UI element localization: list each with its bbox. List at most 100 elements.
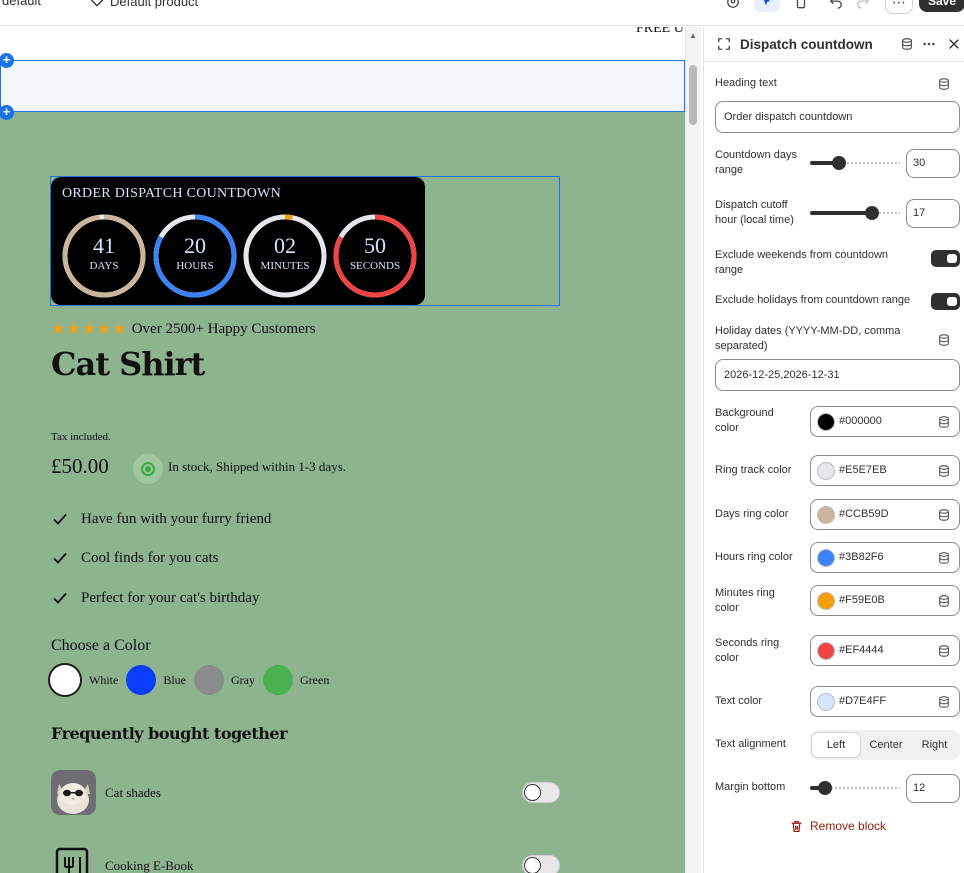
swatch-green[interactable] xyxy=(263,665,293,695)
cat-shades-thumbnail xyxy=(51,770,96,815)
inspector-cursor-icon[interactable] xyxy=(754,0,780,12)
color-swatches: White Blue Gray Green xyxy=(48,663,337,697)
fbt-item: Cooking E-Book xyxy=(51,843,193,873)
dynamic-source-icon[interactable] xyxy=(937,333,951,347)
remove-block-label: Remove block xyxy=(810,819,887,833)
color-chip[interactable] xyxy=(817,462,835,480)
redo-icon[interactable] xyxy=(852,0,874,10)
dynamic-source-icon[interactable] xyxy=(899,36,915,52)
dynamic-source-icon[interactable] xyxy=(937,695,951,709)
cutoff-hour-label: Dispatch cutoff hour (local time) xyxy=(715,199,794,226)
mobile-preview-icon[interactable] xyxy=(790,0,812,10)
text-color-label: Text color xyxy=(715,695,763,707)
tag-icon xyxy=(90,0,104,10)
color-chip[interactable] xyxy=(817,549,835,567)
exclude-holidays-toggle[interactable] xyxy=(931,293,960,310)
product-rating: ★★★★★ Over 2500+ Happy Customers xyxy=(51,319,316,339)
days-range-input[interactable]: 30 xyxy=(906,149,960,178)
swatch-gray[interactable] xyxy=(194,665,224,695)
feature-text: Perfect for your cat's birthday xyxy=(81,589,260,606)
slider-knob[interactable] xyxy=(865,206,879,220)
align-right-button[interactable]: Right xyxy=(911,733,958,757)
margin-bottom-input[interactable]: 12 xyxy=(906,774,960,803)
cutoff-hour-slider[interactable] xyxy=(810,205,900,221)
days-ring-color-field[interactable]: #CCB59D xyxy=(810,499,960,530)
color-chip[interactable] xyxy=(817,642,835,660)
undo-icon[interactable] xyxy=(825,0,847,10)
save-button[interactable]: Save xyxy=(919,0,964,12)
minutes-ring-color-field[interactable]: #F59E0B xyxy=(810,585,960,616)
margin-bottom-label: Margin bottom xyxy=(715,781,786,793)
cutoff-hour-input[interactable]: 17 xyxy=(906,199,960,228)
template-selector[interactable]: Default product xyxy=(90,0,198,10)
seconds-ring-color-field[interactable]: #EF4444 xyxy=(810,635,960,666)
dynamic-source-icon[interactable] xyxy=(937,508,951,522)
swatch-blue[interactable] xyxy=(126,665,157,695)
days-range-slider[interactable] xyxy=(810,155,900,171)
dynamic-source-icon[interactable] xyxy=(937,415,951,429)
color-chip[interactable] xyxy=(817,592,835,610)
exclude-weekends-toggle[interactable] xyxy=(931,250,960,267)
ring-track-color-field[interactable]: #E5E7EB xyxy=(810,455,960,486)
fbt-item-name: Cooking E-Book xyxy=(105,857,194,873)
feature-item: Have fun with your furry friend xyxy=(51,510,271,528)
color-chip[interactable] xyxy=(817,693,835,711)
product-title: Cat Shirt xyxy=(51,345,205,383)
preview-canvas: FREE U + + ORDER DISPATCH COUNTDOWN 41 D… xyxy=(0,27,685,873)
feature-text: Have fun with your furry friend xyxy=(81,510,272,527)
block-settings-panel: Dispatch countdown Heading text Order di… xyxy=(703,27,964,873)
dynamic-source-icon[interactable] xyxy=(937,464,951,478)
scroll-up-icon[interactable]: ▲ xyxy=(689,31,697,40)
fbt-toggle-cat-shades[interactable] xyxy=(522,782,560,803)
feature-item: Cool finds for you cats xyxy=(51,549,218,567)
seconds-value: 50 xyxy=(364,233,386,258)
dynamic-source-icon[interactable] xyxy=(937,77,951,91)
days-ring-color-label: Days ring color xyxy=(715,508,789,520)
product-price: £50.00 xyxy=(51,454,109,478)
dynamic-source-icon[interactable] xyxy=(937,644,951,658)
fbt-item-name: Cat shades xyxy=(105,784,161,800)
color-hex: #000000 xyxy=(839,415,882,427)
align-center-button[interactable]: Center xyxy=(862,733,910,757)
swatch-label: Blue xyxy=(163,672,186,687)
margin-bottom-slider[interactable] xyxy=(810,780,900,796)
preview-user-icon[interactable] xyxy=(722,0,744,10)
rating-text: Over 2500+ Happy Customers xyxy=(131,320,316,337)
more-actions-button[interactable]: ⋯ xyxy=(885,0,913,14)
holiday-dates-input[interactable]: 2026-12-25,2026-12-31 xyxy=(715,359,960,391)
theme-selector[interactable]: default xyxy=(2,0,41,8)
canvas-scrollbar[interactable]: ▲ xyxy=(685,27,701,873)
remove-block-button[interactable]: Remove block xyxy=(790,819,886,833)
color-picker-title: Choose a Color xyxy=(51,637,151,654)
countdown-heading: ORDER DISPATCH COUNTDOWN xyxy=(62,186,282,201)
swatch-label: White xyxy=(89,672,119,687)
color-hex: #CCB59D xyxy=(839,508,889,520)
in-stock-icon xyxy=(133,454,163,484)
align-left-button[interactable]: Left xyxy=(812,733,860,757)
slider-knob[interactable] xyxy=(832,156,846,170)
color-hex: #D7E4FF xyxy=(839,695,887,707)
editor-topbar: default Default product ⋯ Save xyxy=(0,0,964,26)
color-chip[interactable] xyxy=(817,506,835,524)
hours-ring-color-field[interactable]: #3B82F6 xyxy=(810,542,960,573)
announcement-bar: FREE U xyxy=(0,27,685,60)
add-section-below-icon[interactable]: + xyxy=(0,105,14,120)
days-ring: 41 DAYS xyxy=(61,213,147,299)
dynamic-source-icon[interactable] xyxy=(937,551,951,565)
slider-knob[interactable] xyxy=(818,781,832,795)
background-color-field[interactable]: #000000 xyxy=(810,406,960,437)
fbt-toggle-cooking-ebook[interactable] xyxy=(522,855,560,873)
days-label: DAYS xyxy=(89,260,119,272)
hours-value: 20 xyxy=(184,233,206,258)
holiday-dates-label: Holiday dates (YYYY-MM-DD, comma separat… xyxy=(715,325,901,352)
color-chip[interactable] xyxy=(817,413,835,431)
more-options-icon[interactable] xyxy=(921,36,937,52)
announcement-text: FREE U xyxy=(636,27,684,36)
scrollbar-thumb[interactable] xyxy=(689,65,697,125)
dynamic-source-icon[interactable] xyxy=(937,594,951,608)
selected-section-block[interactable] xyxy=(0,60,685,112)
close-icon[interactable] xyxy=(946,36,962,52)
swatch-white[interactable] xyxy=(48,663,82,697)
text-color-field[interactable]: #D7E4FF xyxy=(810,686,960,717)
heading-text-input[interactable]: Order dispatch countdown xyxy=(715,101,960,133)
